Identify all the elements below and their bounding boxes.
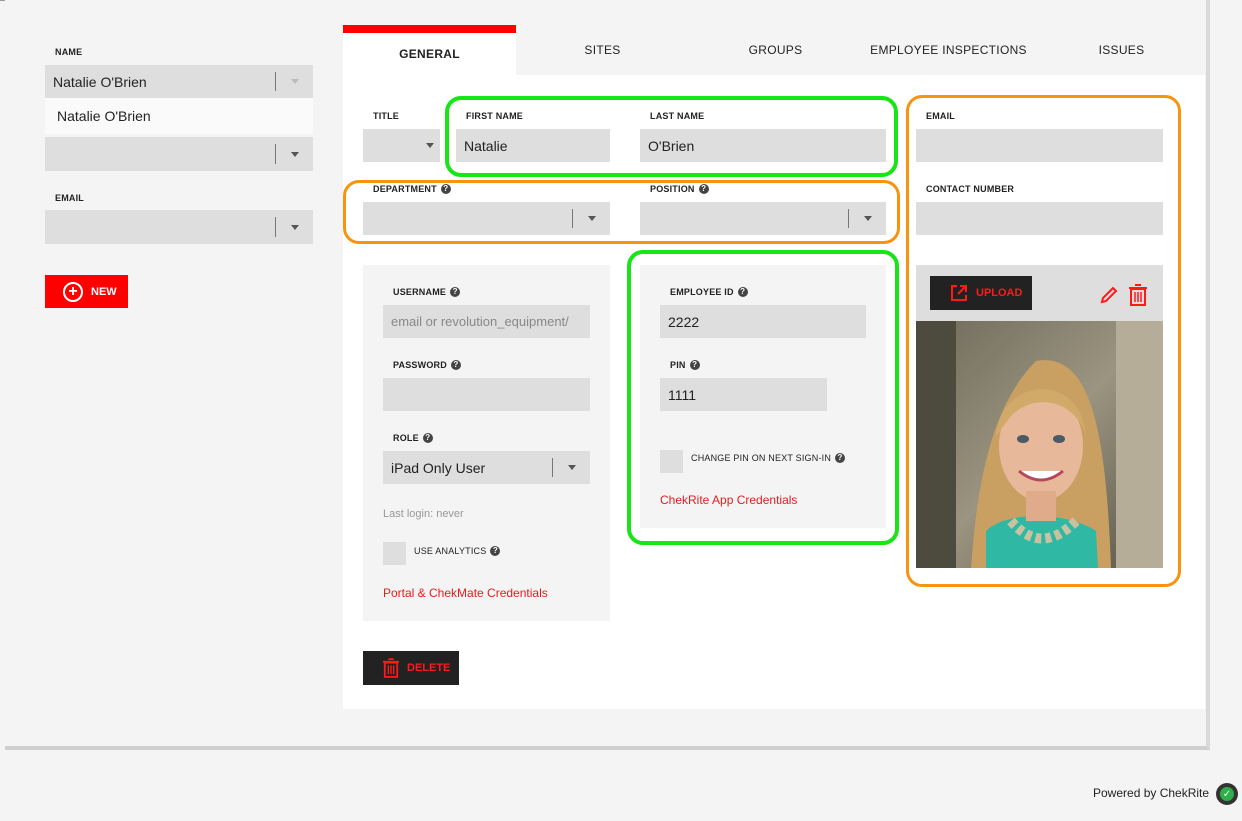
powered-by-text: Powered by ChekRite xyxy=(1093,786,1210,800)
help-icon[interactable]: ? xyxy=(490,546,501,556)
help-icon[interactable]: ? xyxy=(440,184,451,194)
contact-number-field[interactable] xyxy=(916,202,1163,235)
employee-id-label-text: EMPLOYEE ID xyxy=(670,287,734,297)
password-input[interactable] xyxy=(383,378,590,411)
password-label: PASSWORD ? xyxy=(393,360,461,370)
help-icon[interactable]: ? xyxy=(450,287,461,297)
title-label: TITLE xyxy=(373,111,399,121)
pin-label: PIN ? xyxy=(670,360,700,370)
sidebar-name-label: NAME xyxy=(55,47,83,57)
trash-icon[interactable] xyxy=(1129,284,1147,306)
chevron-down-icon xyxy=(291,152,299,157)
name-option-label: Natalie O'Brien xyxy=(57,108,151,124)
change-pin-label-text: CHANGE PIN ON NEXT SIGN-IN xyxy=(691,453,832,463)
select-divider xyxy=(848,209,849,228)
pencil-icon[interactable] xyxy=(1099,285,1119,305)
chevron-down-icon xyxy=(291,225,299,230)
last-name-label: LAST NAME xyxy=(650,111,705,121)
chevron-down-icon xyxy=(864,216,872,221)
portal-credentials-link[interactable]: Portal & ChekMate Credentials xyxy=(383,586,548,600)
role-label: ROLE ? xyxy=(393,433,433,443)
help-icon[interactable]: ? xyxy=(422,433,433,443)
role-label-text: ROLE xyxy=(393,433,419,443)
select-divider xyxy=(572,209,573,228)
username-label: USERNAME ? xyxy=(393,287,461,297)
tab-employee-inspections[interactable]: EMPLOYEE INSPECTIONS xyxy=(862,25,1035,75)
chevron-down-icon xyxy=(568,465,576,470)
external-link-icon xyxy=(951,285,967,301)
chekrite-logo-icon[interactable]: ✓ xyxy=(1216,783,1238,805)
position-label: POSITION ? xyxy=(650,184,709,194)
last-login-text: Last login: never xyxy=(383,508,464,520)
pin-field[interactable]: 1111 xyxy=(660,378,827,411)
first-name-label: FIRST NAME xyxy=(466,111,523,121)
chevron-down-icon xyxy=(291,79,299,84)
tab-sites[interactable]: SITES xyxy=(516,25,689,75)
tab-issues[interactable]: ISSUES xyxy=(1035,25,1208,75)
new-button-label: NEW xyxy=(91,285,117,298)
upload-button[interactable]: UPLOAD xyxy=(930,276,1032,310)
username-label-text: USERNAME xyxy=(393,287,447,297)
trash-icon xyxy=(383,658,399,678)
use-analytics-checkbox[interactable] xyxy=(383,542,406,565)
profile-photo xyxy=(916,321,1163,568)
tab-groups[interactable]: GROUPS xyxy=(689,25,862,75)
secondary-select[interactable] xyxy=(45,137,313,171)
select-divider xyxy=(552,458,553,477)
help-icon[interactable]: ? xyxy=(450,360,461,370)
position-select[interactable] xyxy=(640,202,886,235)
chevron-down-icon xyxy=(588,216,596,221)
chevron-down-icon xyxy=(426,143,434,148)
change-pin-checkbox[interactable] xyxy=(660,450,683,473)
help-icon[interactable]: ? xyxy=(737,287,748,297)
help-icon[interactable]: ? xyxy=(835,453,846,463)
delete-button-label: DELETE xyxy=(407,662,451,674)
delete-button[interactable]: DELETE xyxy=(363,651,459,685)
role-select[interactable]: iPad Only User xyxy=(383,451,590,484)
department-label-text: DEPARTMENT xyxy=(373,184,437,194)
name-dropdown-option[interactable]: Natalie O'Brien xyxy=(45,98,313,134)
upload-button-label: UPLOAD xyxy=(976,287,1023,299)
sidebar-email-select[interactable] xyxy=(45,210,313,244)
help-icon[interactable]: ? xyxy=(698,184,709,194)
select-divider xyxy=(275,72,276,91)
use-analytics-label-text: USE ANALYTICS xyxy=(414,546,487,556)
role-select-value: iPad Only User xyxy=(391,459,486,476)
help-icon[interactable]: ? xyxy=(689,360,700,370)
username-placeholder: email or revolution_equipment/ xyxy=(391,314,569,329)
email-label: EMAIL xyxy=(926,111,955,121)
department-label: DEPARTMENT ? xyxy=(373,184,451,194)
password-label-text: PASSWORD xyxy=(393,360,447,370)
employee-id-label: EMPLOYEE ID ? xyxy=(670,287,748,297)
plus-circle-icon: + xyxy=(63,281,83,302)
username-input[interactable]: email or revolution_equipment/ xyxy=(383,305,590,338)
tab-general[interactable]: GENERAL xyxy=(343,25,516,75)
email-field[interactable] xyxy=(916,129,1163,162)
select-divider xyxy=(275,144,276,164)
change-pin-label: CHANGE PIN ON NEXT SIGN-IN ? xyxy=(691,453,846,463)
department-select[interactable] xyxy=(363,202,610,235)
app-credentials-link[interactable]: ChekRite App Credentials xyxy=(660,493,797,507)
name-select[interactable]: Natalie O'Brien xyxy=(45,65,313,98)
position-label-text: POSITION xyxy=(650,184,695,194)
first-name-field[interactable]: Natalie xyxy=(456,129,610,162)
employee-id-field[interactable]: 2222 xyxy=(660,305,866,338)
select-divider xyxy=(275,217,276,237)
new-button[interactable]: + NEW xyxy=(45,275,128,308)
last-name-field[interactable]: O'Brien xyxy=(640,129,886,162)
pin-label-text: PIN xyxy=(670,360,686,370)
use-analytics-label: USE ANALYTICS ? xyxy=(414,546,501,556)
sidebar-email-label: EMAIL xyxy=(55,193,84,203)
name-select-value: Natalie O'Brien xyxy=(53,73,147,90)
contact-number-label: CONTACT NUMBER xyxy=(926,184,1015,194)
title-select[interactable] xyxy=(363,129,440,162)
